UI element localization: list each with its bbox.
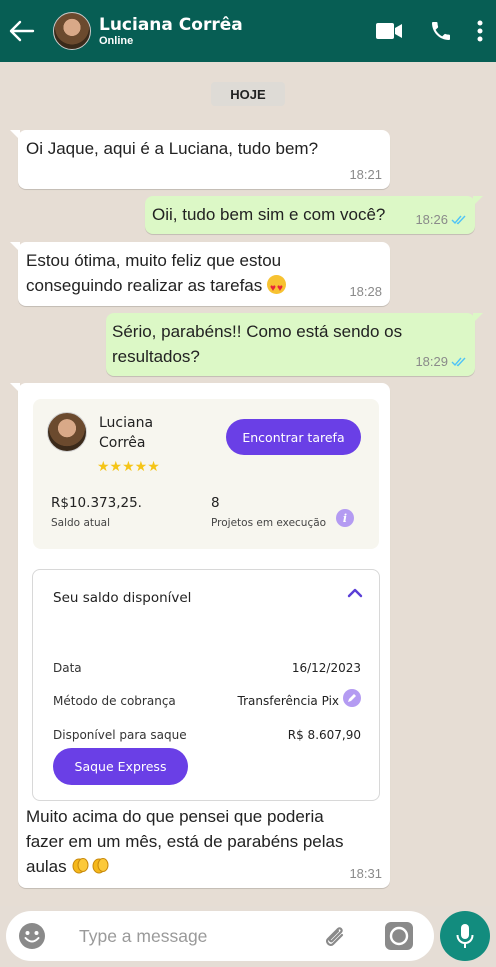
voice-call-button[interactable] xyxy=(424,11,458,51)
info-icon[interactable]: i xyxy=(336,509,354,527)
contact-name: Luciana Corrêa xyxy=(99,14,243,35)
rating-stars: ★★★★★ xyxy=(97,458,160,474)
contact-info[interactable]: Luciana Corrêa Online xyxy=(99,15,243,48)
message-time: 18:28 xyxy=(349,279,382,304)
bubble-tail xyxy=(473,196,483,206)
projects-label: Projetos em execução xyxy=(211,517,327,529)
message-composer[interactable]: Type a message xyxy=(6,911,434,961)
camera-icon[interactable] xyxy=(383,920,415,952)
video-camera-icon xyxy=(376,23,402,39)
time-label: 18:21 xyxy=(349,167,382,182)
row-value-method: Transferência Pix xyxy=(237,694,339,708)
bubble-tail xyxy=(10,383,20,393)
balance-label: Saldo atual xyxy=(51,517,111,529)
card-name-line: Corrêa xyxy=(99,435,146,451)
time-label: 18:28 xyxy=(349,284,382,299)
row-label-date: Data xyxy=(53,661,82,675)
find-task-button[interactable]: Encontrar tarefa xyxy=(226,419,361,455)
time-label: 18:31 xyxy=(349,866,382,881)
back-button[interactable] xyxy=(0,0,44,62)
contact-status: Online xyxy=(99,34,134,47)
voice-record-button[interactable] xyxy=(440,911,490,961)
more-options-button[interactable] xyxy=(468,11,492,51)
time-label: 18:26 xyxy=(415,212,448,227)
message-incoming[interactable]: Estou ótima, muito feliz que estou conse… xyxy=(10,242,390,306)
row-label-available: Disponível para saque xyxy=(53,728,187,742)
double-check-icon xyxy=(451,215,466,224)
clapping-hands-emoji-icon xyxy=(72,858,89,874)
arrow-left-icon xyxy=(9,20,35,42)
message-text-line-wrap: conseguindo realizar as tarefas xyxy=(26,273,286,301)
message-text: Oi Jaque, aqui é a Luciana, tudo bem? xyxy=(26,139,319,158)
microphone-icon xyxy=(456,924,474,948)
phone-icon xyxy=(432,22,450,40)
message-incoming-image[interactable]: Luciana Corrêa ★★★★★ Encontrar tarefa R$… xyxy=(10,383,390,888)
kebab-menu-icon xyxy=(477,20,483,42)
row-label-method: Método de cobrança xyxy=(53,694,176,708)
pencil-icon xyxy=(348,694,356,702)
message-text-line: resultados? xyxy=(112,347,200,366)
message-text-line: conseguindo realizar as tarefas xyxy=(26,276,263,295)
message-text: Oii, tudo bem sim e com você? xyxy=(152,205,386,224)
bubble-tail xyxy=(10,130,20,140)
card-name: Luciana Corrêa xyxy=(99,413,179,453)
date-chip: HOJE xyxy=(211,82,285,106)
message-text-line: Sério, parabéns!! Como está sendo os xyxy=(112,322,403,341)
double-check-icon xyxy=(451,357,466,366)
caption-line: aulas xyxy=(26,857,67,876)
message-time: 18:31 xyxy=(349,861,382,886)
heart-eyes-emoji-icon xyxy=(266,275,286,301)
message-text-line: Estou ótima, muito feliz que estou xyxy=(26,251,282,270)
row-value-available: R$ 8.607,90 xyxy=(287,728,361,742)
emoji-icon[interactable] xyxy=(17,921,47,951)
chat-area[interactable]: HOJE Oi Jaque, aqui é a Luciana, tudo be… xyxy=(0,62,496,906)
header-actions xyxy=(372,11,496,51)
chevron-up-icon[interactable] xyxy=(347,588,363,598)
message-time: 18:21 xyxy=(349,162,382,187)
caption-line: Muito acima do que pensei que poderia xyxy=(26,807,324,826)
profile-card: Luciana Corrêa ★★★★★ Encontrar tarefa R$… xyxy=(33,399,379,549)
bubble-tail xyxy=(10,242,20,252)
caption-line: fazer em um mês, está de parabéns pelas xyxy=(26,832,344,851)
card-avatar xyxy=(47,412,87,452)
clapping-hands-emoji-icon xyxy=(92,858,109,874)
message-time: 18:26 xyxy=(415,207,467,232)
paperclip-icon[interactable] xyxy=(320,921,350,951)
edit-icon[interactable] xyxy=(343,689,361,707)
chat-header: Luciana Corrêa Online xyxy=(0,0,496,62)
message-incoming[interactable]: Oi Jaque, aqui é a Luciana, tudo bem? 18… xyxy=(10,130,390,189)
time-label: 18:29 xyxy=(415,354,448,369)
caption-line-wrap: aulas xyxy=(26,854,111,879)
saque-express-button[interactable]: Saque Express xyxy=(53,748,188,785)
message-input[interactable]: Type a message xyxy=(79,926,207,947)
message-outgoing[interactable]: Sério, parabéns!! Como está sendo os res… xyxy=(106,313,483,376)
row-value-date: 16/12/2023 xyxy=(291,661,361,675)
message-outgoing[interactable]: Oii, tudo bem sim e com você? 18:26 xyxy=(145,196,483,234)
contact-avatar[interactable] xyxy=(53,12,91,50)
card-name-line: Luciana xyxy=(99,415,154,431)
balance-card: Seu saldo disponível Data 16/12/2023 Mét… xyxy=(32,569,380,801)
message-time: 18:29 xyxy=(415,349,467,374)
bubble-tail xyxy=(473,313,483,323)
balance-card-title: Seu saldo disponível xyxy=(53,590,192,606)
video-call-button[interactable] xyxy=(372,11,406,51)
